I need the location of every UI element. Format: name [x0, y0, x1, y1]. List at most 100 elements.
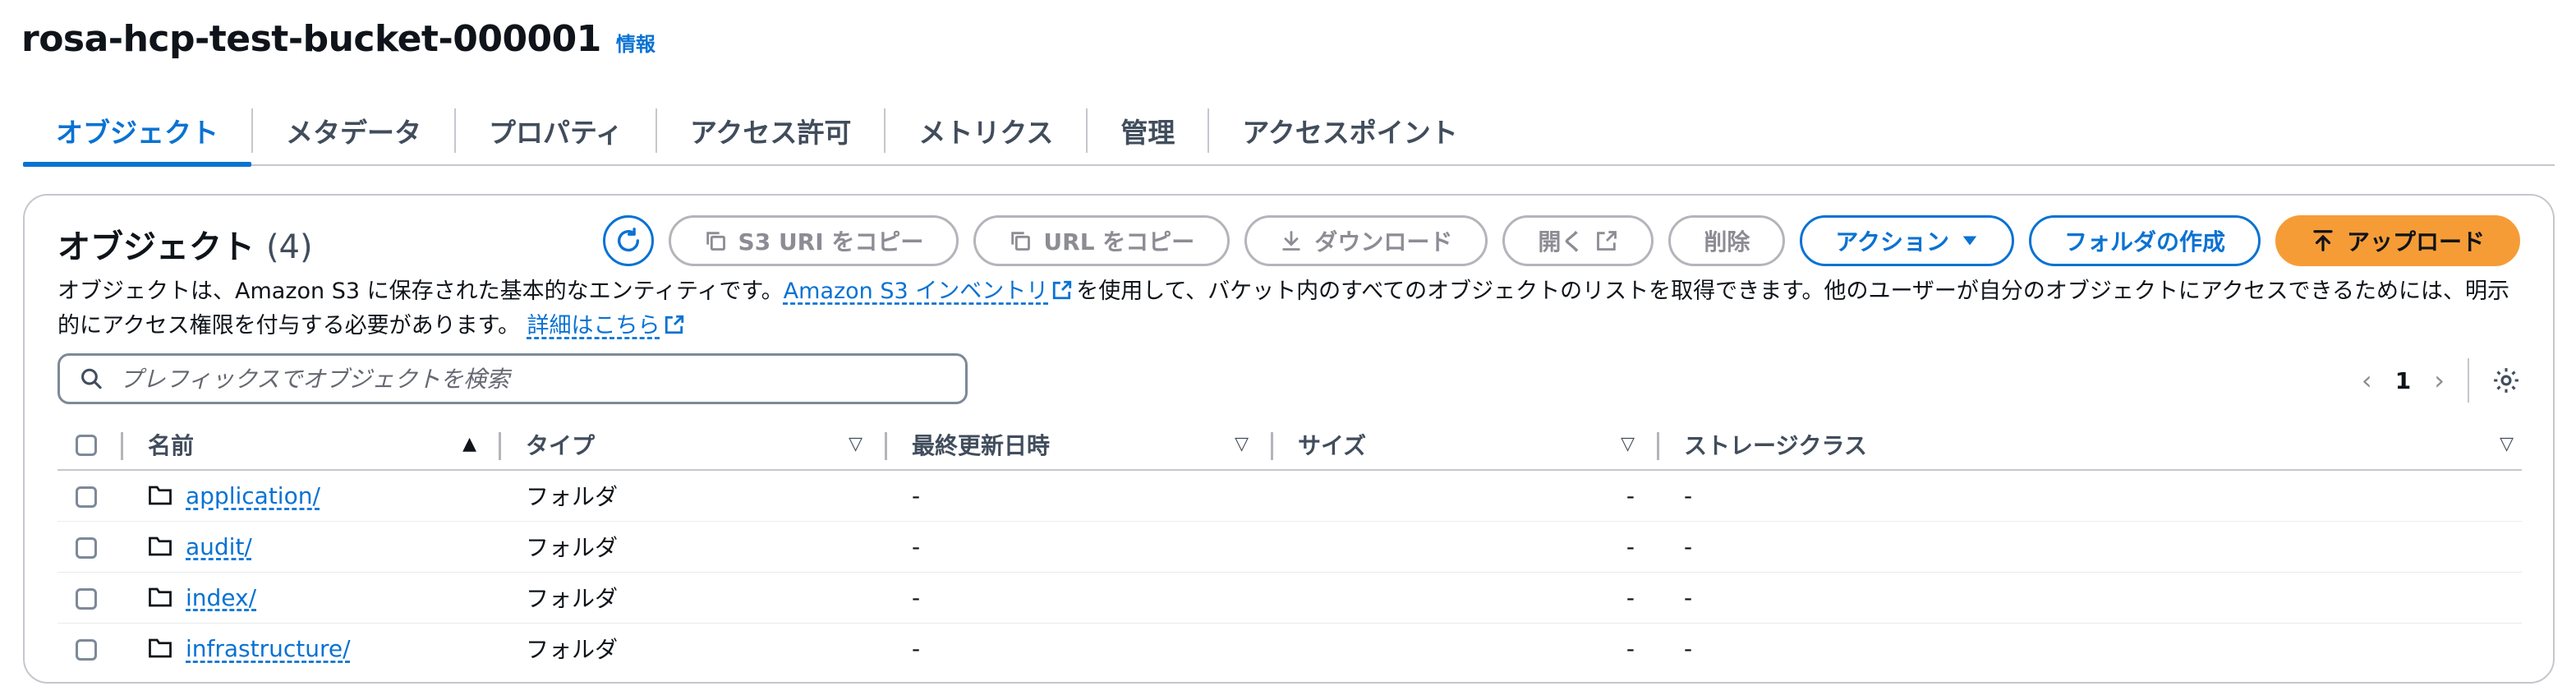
object-type: フォルダ [501, 572, 887, 624]
page-title: rosa-hcp-test-bucket-000001 [21, 18, 601, 60]
column-storage-class-label: ストレージクラス [1684, 431, 1867, 459]
actions-label: アクション [1835, 228, 1949, 256]
object-size: - [1273, 470, 1659, 522]
refresh-icon [617, 228, 639, 252]
object-storage-class: - [1659, 572, 2522, 624]
select-all-checkbox[interactable] [76, 435, 97, 456]
panel-title: オブジェクト (4) [58, 220, 313, 268]
row-checkbox[interactable] [76, 537, 97, 559]
object-name-link[interactable]: application/ [186, 482, 320, 509]
object-size: - [1273, 572, 1659, 624]
tab-properties[interactable]: プロパティ [456, 96, 656, 165]
table-header-row: 名前 ▲ タイプ ▽ 最終更新日時 ▽ サイズ ▽ ストレージクラス ▽ [58, 419, 2522, 471]
object-type: フォルダ [501, 521, 887, 573]
table-row[interactable]: application/ フォルダ - - - [58, 470, 2522, 522]
inventory-link-label: Amazon S3 インベントリ [783, 279, 1049, 304]
object-last-modified: - [912, 634, 921, 662]
upload-label: アップロード [2346, 228, 2485, 256]
row-checkbox[interactable] [76, 638, 97, 661]
external-link-icon [665, 315, 683, 334]
tab-permissions[interactable]: アクセス許可 [657, 96, 884, 165]
folder-icon [149, 587, 172, 607]
download-button[interactable]: ダウンロード [1244, 215, 1488, 266]
objects-panel: オブジェクト (4) S3 URI をコピー URL をコピー ダウンロード 開… [23, 194, 2555, 684]
folder-icon [149, 638, 172, 658]
copy-url-label: URL をコピー [1043, 228, 1195, 256]
folder-icon [149, 537, 172, 556]
object-type: フォルダ [501, 470, 887, 522]
column-header-size[interactable]: サイズ ▽ [1273, 419, 1659, 471]
toolbar: S3 URI をコピー URL をコピー ダウンロード 開く 削除 アクション … [602, 215, 2520, 266]
object-size: - [1273, 521, 1659, 573]
previous-page-icon[interactable]: ‹ [2362, 365, 2372, 396]
learn-more-label: 詳細はこちら [527, 313, 660, 338]
delete-button[interactable]: 削除 [1668, 215, 1786, 266]
column-last-modified-label: 最終更新日時 [912, 431, 1051, 459]
settings-gear-icon[interactable] [2492, 366, 2520, 394]
object-name-link[interactable]: audit/ [186, 533, 252, 560]
open-label: 開く [1538, 228, 1585, 256]
object-type: フォルダ [526, 636, 619, 664]
tab-management[interactable]: 管理 [1088, 96, 1208, 165]
search-icon [81, 368, 102, 389]
object-last-modified: - [887, 572, 1273, 624]
table-row[interactable]: infrastructure/ フォルダ - - - [58, 623, 2522, 674]
objects-table: 名前 ▲ タイプ ▽ 最終更新日時 ▽ サイズ ▽ ストレージクラス ▽ app… [58, 419, 2522, 674]
search-input[interactable] [119, 365, 965, 393]
folder-icon [149, 486, 172, 505]
panel-title-text: オブジェクト [58, 228, 255, 266]
info-link[interactable]: 情報 [616, 28, 656, 57]
s3-bucket-page: rosa-hcp-test-bucket-000001 情報 オブジェクト メタ… [0, 0, 2576, 700]
column-header-name[interactable]: 名前 ▲ [123, 419, 501, 471]
copy-s3-uri-label: S3 URI をコピー [738, 228, 924, 256]
column-size-label: サイズ [1298, 431, 1367, 459]
current-page-number[interactable]: 1 [2395, 367, 2411, 394]
column-header-storage-class[interactable]: ストレージクラス ▽ [1659, 419, 2522, 471]
column-type-label: タイプ [526, 431, 596, 459]
object-storage-class: - [1684, 634, 1693, 662]
object-last-modified: - [887, 521, 1273, 573]
row-checkbox[interactable] [76, 587, 97, 610]
tab-metrics[interactable]: メトリクス [886, 96, 1086, 165]
table-row[interactable]: index/ フォルダ - - - [58, 572, 2522, 624]
search-box [58, 353, 968, 404]
row-checkbox[interactable] [76, 486, 97, 508]
object-name-link[interactable]: infrastructure/ [186, 635, 351, 662]
title-row: rosa-hcp-test-bucket-000001 情報 [21, 18, 656, 60]
tab-bar: オブジェクト メタデータ プロパティ アクセス許可 メトリクス 管理 アクセスポ… [23, 96, 2555, 167]
sort-icon: ▽ [2500, 434, 2514, 454]
download-label: ダウンロード [1314, 228, 1453, 256]
tab-metadata[interactable]: メタデータ [253, 96, 454, 165]
learn-more-link[interactable]: 詳細はこちら [527, 313, 660, 338]
inventory-link[interactable]: Amazon S3 インベントリ [784, 279, 1049, 304]
sort-icon: ▽ [849, 434, 862, 454]
table-row[interactable]: audit/ フォルダ - - - [58, 521, 2522, 573]
panel-description: オブジェクトは、Amazon S3 に保存された基本的なエンティティです。Ama… [58, 274, 2514, 343]
download-icon [1282, 231, 1301, 251]
refresh-button[interactable] [602, 215, 654, 266]
open-button[interactable]: 開く [1502, 215, 1654, 266]
object-last-modified: - [887, 470, 1273, 522]
column-name-label: 名前 [148, 431, 195, 459]
actions-dropdown-button[interactable]: アクション [1800, 215, 2014, 266]
copy-url-button[interactable]: URL をコピー [973, 215, 1230, 266]
description-text-1: オブジェクトは、Amazon S3 に保存された基本的なエンティティです。 [58, 279, 784, 304]
select-all-header [58, 419, 123, 471]
object-storage-class: - [1659, 521, 2522, 573]
object-size: - [1626, 634, 1635, 662]
tab-objects[interactable]: オブジェクト [23, 96, 251, 167]
create-folder-button[interactable]: フォルダの作成 [2028, 215, 2261, 266]
copy-icon [1011, 232, 1031, 251]
copy-s3-uri-button[interactable]: S3 URI をコピー [668, 215, 959, 266]
column-header-type[interactable]: タイプ ▽ [501, 419, 887, 471]
pagination: ‹ 1 › [2362, 358, 2520, 403]
tab-access-points[interactable]: アクセスポイント [1209, 96, 1490, 165]
next-page-icon[interactable]: › [2434, 365, 2445, 396]
object-storage-class: - [1659, 470, 2522, 522]
object-name-link[interactable]: index/ [186, 584, 256, 611]
sort-icon: ▽ [1621, 434, 1635, 454]
column-header-last-modified[interactable]: 最終更新日時 ▽ [887, 419, 1273, 471]
upload-button[interactable]: アップロード [2275, 215, 2520, 266]
upload-icon [2313, 230, 2333, 251]
object-count: (4) [265, 228, 313, 266]
